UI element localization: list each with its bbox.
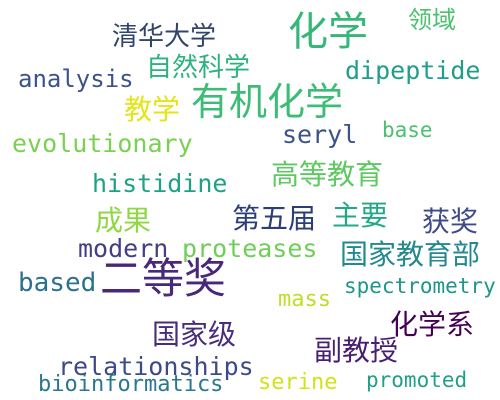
word-gaodeng-jiaoyu: 高等教育 <box>271 158 384 191</box>
word-guojiaji: 国家级 <box>152 318 237 351</box>
word-promoted: promoted <box>366 368 468 392</box>
word-huojiang: 获奖 <box>422 205 479 238</box>
word-seryl: seryl <box>282 120 358 149</box>
word-jiaoxue: 教学 <box>124 93 181 126</box>
word-histidine: histidine <box>92 169 228 198</box>
word-erdengjiang: 二等奖 <box>100 254 227 303</box>
word-serine: serine <box>258 370 338 395</box>
word-cloud: 化学 清华大学 领域 自然科学 analysis dipeptide 有机化学 … <box>0 0 500 400</box>
word-evolutionary: evolutionary <box>12 129 193 158</box>
word-analysis: analysis <box>18 65 134 93</box>
word-lingyu: 领域 <box>408 6 456 34</box>
word-huaxuexi: 化学系 <box>390 308 475 341</box>
word-qinghua-daxue: 清华大学 <box>112 22 217 52</box>
word-bioinformatics: bioinformatics <box>38 372 224 397</box>
word-diwujie: 第五届 <box>232 202 317 235</box>
word-chengguo: 成果 <box>95 204 152 237</box>
word-huaxue: 化学 <box>288 9 368 55</box>
word-base: base <box>382 118 433 142</box>
word-fujiaoshou: 副教授 <box>314 334 399 367</box>
word-zhuyao: 主要 <box>332 199 389 232</box>
word-dipeptide: dipeptide <box>345 56 481 85</box>
word-guojia-jiaoyubu: 国家教育部 <box>340 238 481 271</box>
word-mass: mass <box>278 287 331 312</box>
word-youji-huaxue: 有机化学 <box>191 80 344 124</box>
word-spectrometry: spectrometry <box>344 274 496 298</box>
word-ziran-kexue: 自然科学 <box>146 53 251 83</box>
word-based: based <box>18 268 97 298</box>
